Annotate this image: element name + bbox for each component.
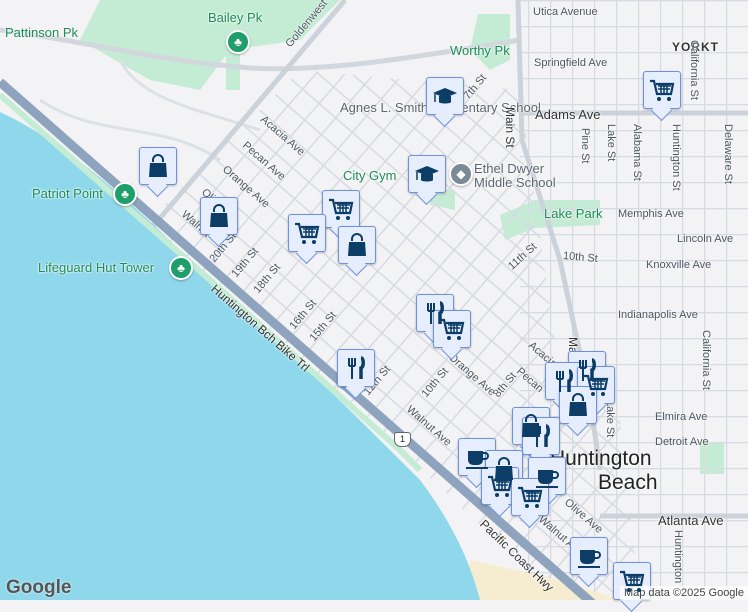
street-label: Lake St <box>605 124 617 162</box>
street-label: Pine St <box>579 128 591 164</box>
school-icon <box>415 166 439 182</box>
park-label: Pattinson Pk <box>5 25 78 40</box>
shopping-cart-icon <box>295 222 320 244</box>
park-label: Worthy Pk <box>450 43 510 58</box>
grocery-marker[interactable] <box>643 71 681 109</box>
street-label: Utica Avenue <box>533 6 598 18</box>
street-label: Atlanta Ave <box>658 513 724 528</box>
street-label: California St <box>688 40 700 100</box>
school-icon[interactable]: ◆ <box>449 162 473 186</box>
shopping-cart-icon <box>620 570 645 592</box>
coffee-icon <box>466 451 489 469</box>
street-label: Memphis Ave <box>618 208 684 220</box>
shopping-cart-icon <box>329 198 354 220</box>
street-label: Springfield Ave <box>534 57 608 69</box>
street-label: Detroit Ave <box>655 436 709 448</box>
grocery-marker[interactable] <box>288 214 326 252</box>
shopping-bag-icon <box>569 393 587 416</box>
shopping-marker[interactable] <box>139 147 177 185</box>
restaurant-marker[interactable] <box>337 349 375 387</box>
street-label: Indianapolis Ave <box>618 309 698 321</box>
restaurant-icon <box>348 356 365 379</box>
grocery-marker[interactable] <box>433 310 471 348</box>
shopping-cart-icon <box>650 79 675 101</box>
shopping-cart-icon <box>440 318 465 340</box>
street-label: Knoxville Ave <box>646 259 712 271</box>
grocery-marker[interactable] <box>481 467 519 505</box>
school-marker[interactable] <box>426 77 464 115</box>
park-icon[interactable]: ♣ <box>113 182 137 206</box>
park-icon[interactable]: ♣ <box>226 30 250 54</box>
shopping-bag-icon <box>348 233 366 256</box>
park-label: City Gym <box>343 168 397 183</box>
park-label: Lake Park <box>544 206 603 221</box>
park-label: Bailey Pk <box>208 10 263 25</box>
grocery-marker[interactable] <box>511 478 549 516</box>
coffee-marker[interactable] <box>570 537 608 575</box>
street-label: Adams Ave <box>535 107 601 122</box>
shopping-cart-icon <box>518 486 543 508</box>
coffee-icon <box>578 550 601 568</box>
street-label: California St <box>700 330 712 390</box>
route-shield: 1 <box>394 432 411 447</box>
shopping-marker[interactable] <box>200 197 238 235</box>
street-label: Lincoln Ave <box>677 233 734 245</box>
street-label: Alabama St <box>631 124 643 181</box>
grocery-marker[interactable] <box>613 562 651 600</box>
map-canvas[interactable] <box>0 0 748 600</box>
school-label: Ethel Dwyer Middle School <box>474 161 556 190</box>
restaurant-marker[interactable] <box>522 417 560 455</box>
street-label: Elmira Ave <box>655 411 708 423</box>
shopping-bag-icon <box>210 204 228 227</box>
shopping-cart-icon <box>488 475 513 497</box>
shopping-marker[interactable] <box>338 226 376 264</box>
restaurant-icon <box>533 424 550 447</box>
park-icon[interactable]: ♣ <box>169 256 193 280</box>
shopping-marker[interactable] <box>559 386 597 424</box>
park-label: Patriot Point <box>32 186 103 201</box>
school-icon <box>433 88 457 104</box>
school-marker[interactable] <box>408 155 446 193</box>
street-label: Huntington <box>672 530 684 584</box>
street-label: Main St <box>503 107 517 148</box>
city-label: Huntington Beach <box>550 447 658 494</box>
park-label: Lifeguard Hut Tower <box>38 260 155 275</box>
street-label: Delaware St <box>722 124 734 184</box>
street-label: Huntington St <box>670 124 682 191</box>
shopping-bag-icon <box>149 154 167 177</box>
grocery-marker[interactable] <box>322 190 360 228</box>
google-logo: Google <box>6 577 72 598</box>
